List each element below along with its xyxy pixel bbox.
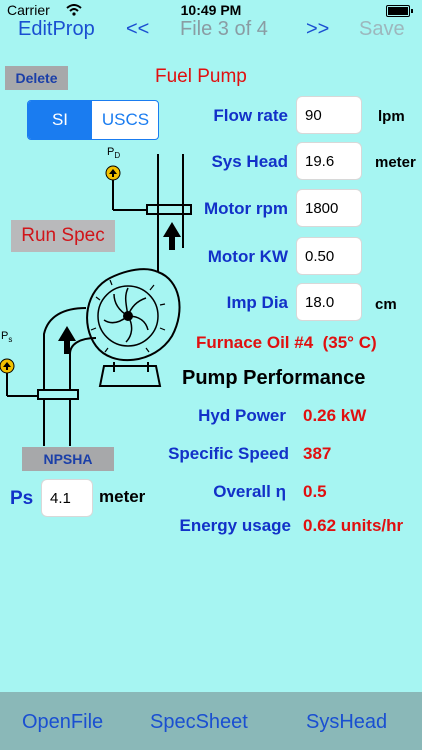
imp-dia-field[interactable]: 18.0 <box>296 283 362 321</box>
pump-diagram <box>0 154 192 446</box>
energy-usage-value: 0.62 units/hr <box>303 516 404 535</box>
uscs-segment[interactable]: USCS <box>93 101 158 139</box>
imp-dia-label: Imp Dia <box>226 293 288 312</box>
ps-unit: meter <box>99 487 146 506</box>
edit-prop-button[interactable]: EditProp <box>18 18 95 41</box>
motor-kw-label: Motor KW <box>207 247 288 266</box>
spec-sheet-button[interactable]: SpecSheet <box>150 711 248 734</box>
npsha-button[interactable]: NPSHA <box>22 447 114 471</box>
discharge-arrow-icon <box>163 222 181 250</box>
specific-speed-label: Specific Speed <box>168 444 289 463</box>
save-button[interactable]: Save <box>359 18 405 41</box>
sys-head-unit: meter <box>375 154 416 171</box>
hyd-power-value: 0.26 kW <box>303 406 367 425</box>
sys-head-button[interactable]: SysHead <box>306 711 387 734</box>
ps-field[interactable]: 4.1 <box>41 479 93 517</box>
overall-efficiency-label: Overall η <box>213 482 286 501</box>
performance-heading: Pump Performance <box>182 367 366 389</box>
imp-dia-unit: cm <box>375 296 397 313</box>
battery-icon <box>386 5 413 17</box>
unit-segmented-control: SI USCS <box>27 100 159 140</box>
sys-head-label: Sys Head <box>211 152 288 171</box>
previous-file-button[interactable]: << <box>126 18 149 41</box>
motor-kw-field[interactable]: 0.50 <box>296 237 362 275</box>
pump-volute <box>86 268 181 362</box>
file-indicator: File 3 of 4 <box>180 18 268 40</box>
open-file-button[interactable]: OpenFile <box>22 711 103 734</box>
motor-rpm-field[interactable]: 1800 <box>296 189 362 227</box>
overall-efficiency-value: 0.5 <box>303 482 327 501</box>
ps-diagram-label: Ps <box>1 330 12 344</box>
flow-rate-unit: lpm <box>378 108 405 125</box>
flow-rate-label: Flow rate <box>213 106 288 125</box>
delete-button[interactable]: Delete <box>5 66 68 90</box>
ps-label: Ps <box>10 488 34 509</box>
fluid-label: Furnace Oil #4 (35° C) <box>196 333 377 352</box>
pump-base <box>98 362 162 387</box>
clock: 10:49 PM <box>180 2 242 18</box>
pd-subscript: D <box>114 151 121 161</box>
specific-speed-value: 387 <box>303 444 332 463</box>
discharge-flange <box>146 204 192 215</box>
next-file-button[interactable]: >> <box>306 18 329 41</box>
suction-flange <box>37 389 79 400</box>
hyd-power-label: Hyd Power <box>198 406 286 425</box>
si-segment[interactable]: SI <box>28 101 92 139</box>
motor-rpm-label: Motor rpm <box>203 199 288 218</box>
bottom-toolbar: OpenFile SpecSheet SysHead <box>0 692 422 750</box>
flow-rate-field[interactable]: 90 <box>296 96 362 134</box>
energy-usage-label: Energy usage <box>179 516 292 535</box>
suction-arrow-icon <box>58 326 76 354</box>
status-bar: Carrier 10:49 PM <box>0 0 422 20</box>
pd-label: PD <box>107 146 120 160</box>
sys-head-field[interactable]: 19.6 <box>296 142 362 180</box>
ps-subscript: s <box>8 335 13 345</box>
pump-title: Fuel Pump <box>155 66 247 87</box>
